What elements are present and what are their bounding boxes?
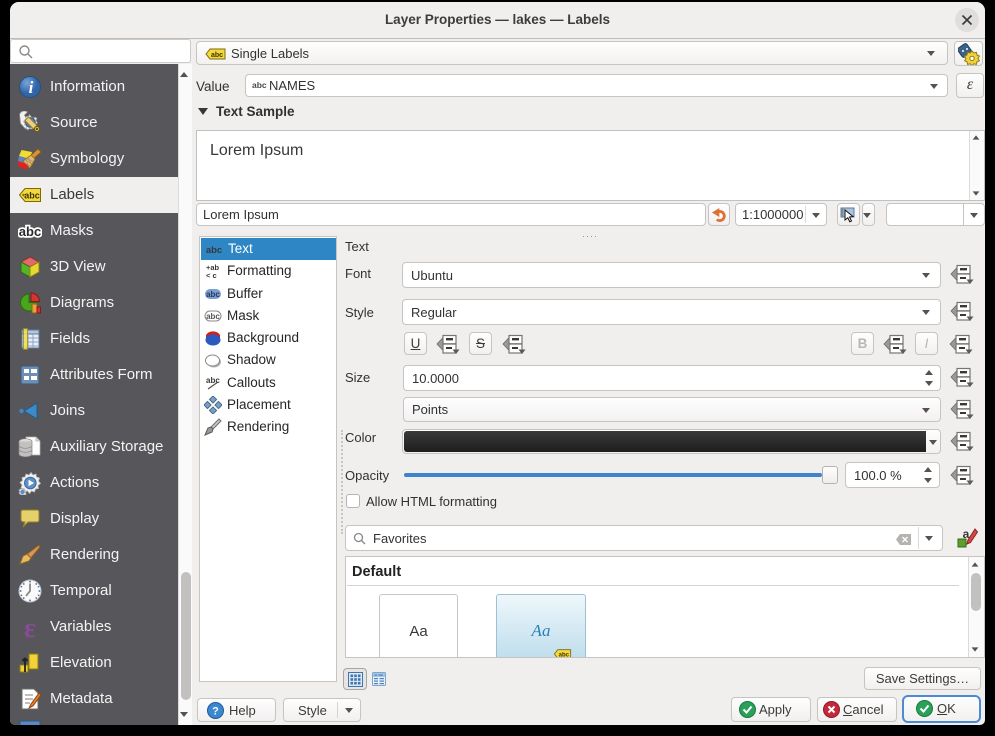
svg-text:abc: abc: [206, 290, 220, 299]
svg-text:?: ?: [212, 706, 219, 718]
svg-text:abc: abc: [24, 191, 40, 201]
svg-text:abc: abc: [211, 52, 223, 59]
svg-text:i: i: [29, 78, 34, 97]
svg-text:abc: abc: [206, 245, 222, 256]
svg-text:< c: < c: [206, 271, 217, 280]
svg-text:abc: abc: [206, 376, 220, 385]
svg-text:abc: abc: [206, 312, 220, 321]
svg-text:ε: ε: [24, 615, 36, 639]
svg-text:abc: abc: [559, 653, 570, 658]
svg-text:abc: abc: [19, 224, 41, 239]
